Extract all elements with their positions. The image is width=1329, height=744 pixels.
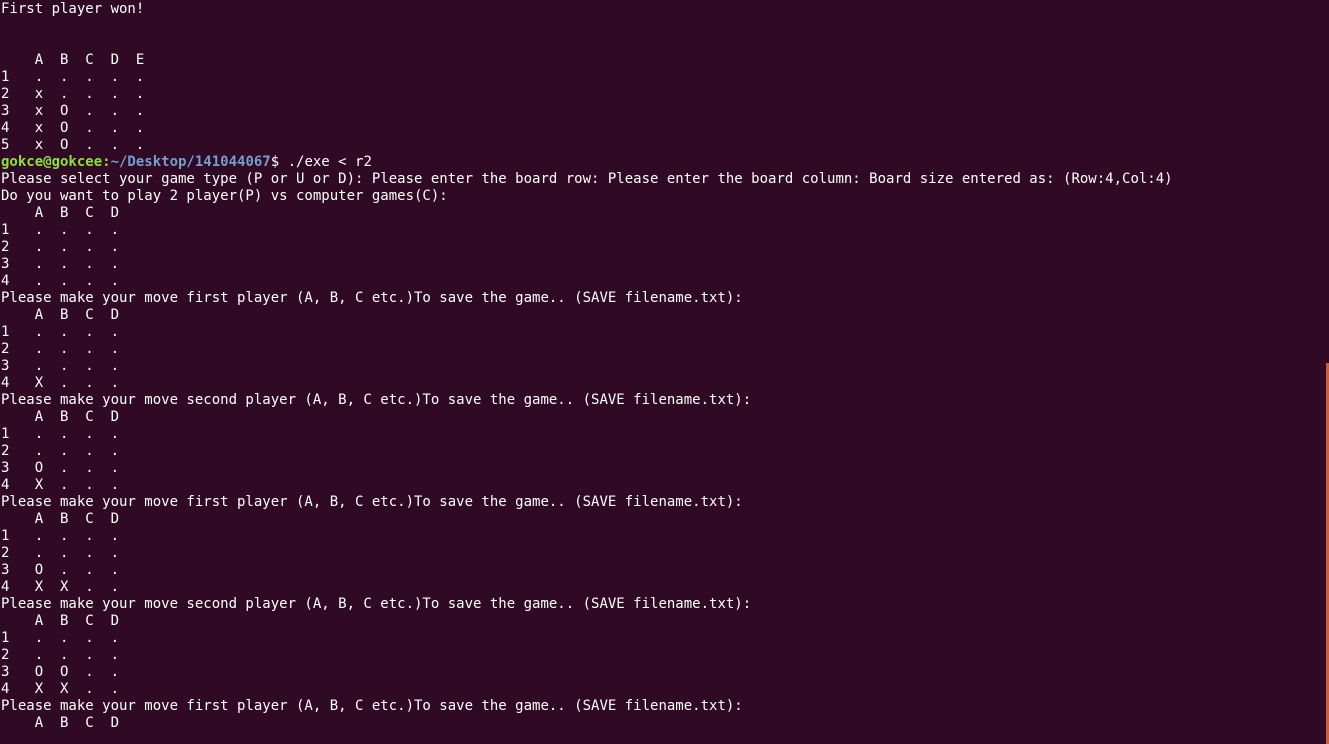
terminal-output-line: 1 . . . . <box>1 222 120 238</box>
terminal-output-line: 1 . . . . . <box>1 69 145 85</box>
terminal-output-line: Please make your move first player (A, B… <box>1 290 743 306</box>
terminal-output-line: 1 . . . . <box>1 324 120 340</box>
terminal-output-line: Do you want to play 2 player(P) vs compu… <box>1 188 448 204</box>
terminal-output-line: A B C D <box>1 409 120 425</box>
terminal-output-line: 2 . . . . <box>1 647 120 663</box>
prompt-command: ./exe < r2 <box>287 154 372 170</box>
terminal-output-line: Please select your game type (P or U or … <box>1 171 1173 187</box>
terminal-output-line: 4 X X . . <box>1 681 120 697</box>
terminal-output-line: First player won! <box>1 1 145 17</box>
terminal-output-line: Please make your move second player (A, … <box>1 596 752 612</box>
terminal-output-line: 3 . . . . <box>1 256 120 272</box>
terminal-output-line: 4 x O . . . <box>1 120 145 136</box>
prompt-path: ~/Desktop/141044067 <box>110 154 271 170</box>
terminal-output-line: 3 O . . . <box>1 562 120 578</box>
terminal-output-line: 4 X . . . <box>1 375 120 391</box>
terminal-output-line: A B C D <box>1 205 120 221</box>
terminal-output-line: 3 . . . . <box>1 358 120 374</box>
output-after-prompt: Please select your game type (P or U or … <box>1 171 1329 732</box>
terminal-output-line: 2 . . . . <box>1 545 120 561</box>
terminal-output-line: 1 . . . . <box>1 528 120 544</box>
terminal-output-line: 1 . . . . <box>1 426 120 442</box>
terminal-output-line: 4 X . . . <box>1 477 120 493</box>
terminal-output-line: 2 . . . . <box>1 239 120 255</box>
terminal-output-line: Please make your move second player (A, … <box>1 392 752 408</box>
terminal-output-line: A B C D <box>1 715 120 731</box>
output-before-prompt: First player won! A B C D E1 . . . . .2 … <box>1 1 1329 154</box>
terminal-output-line: Please make your move first player (A, B… <box>1 698 743 714</box>
terminal-output-line: A B C D <box>1 511 120 527</box>
terminal-output-line: Please make your move first player (A, B… <box>1 494 743 510</box>
terminal-output-line: A B C D <box>1 613 120 629</box>
terminal-output-line: 2 . . . . <box>1 443 120 459</box>
prompt-symbol: $ <box>270 154 288 170</box>
terminal-output-line: 5 x O . . . <box>1 137 145 153</box>
terminal-output-line: 2 . . . . <box>1 341 120 357</box>
terminal-output-line: 4 . . . . <box>1 273 120 289</box>
terminal-output-line: 3 O . . . <box>1 460 120 476</box>
prompt-user-host: gokce@gokcee: <box>1 154 111 170</box>
terminal-output-line: 1 . . . . <box>1 630 120 646</box>
terminal-output-line: 4 X X . . <box>1 579 120 595</box>
terminal-output-line: 2 x . . . . <box>1 86 145 102</box>
terminal-output-line: A B C D E <box>1 52 145 68</box>
terminal-window[interactable]: First player won! A B C D E1 . . . . .2 … <box>0 0 1329 744</box>
terminal-output-line: A B C D <box>1 307 120 323</box>
terminal-output-line: 3 x O . . . <box>1 103 145 119</box>
terminal-output-line: 3 O O . . <box>1 664 120 680</box>
command-prompt-line: gokce@gokcee:~/Desktop/141044067$ ./exe … <box>1 154 1329 171</box>
